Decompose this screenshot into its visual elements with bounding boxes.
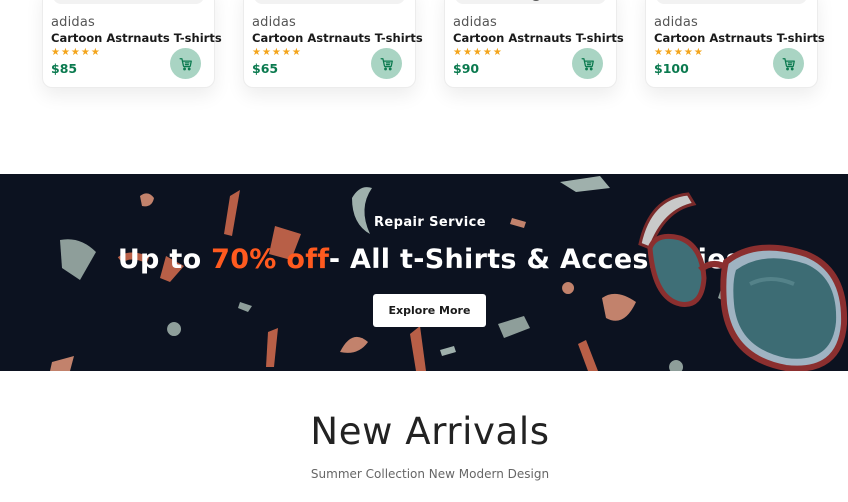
cart-icon [782,57,795,70]
rating-stars: ★★★★★ [51,47,101,58]
product-price: $90 [453,61,480,76]
product-name[interactable]: Cartoon Astrnauts T-shirts [51,31,222,45]
explore-more-button[interactable]: Explore More [373,294,486,327]
headline-prefix: Up to [117,244,212,275]
product-price: $100 [654,61,689,76]
add-to-cart-button[interactable] [371,48,402,79]
product-image-detail [532,0,540,1]
promo-banner: Repair Service Up to 70% off- All t-Shir… [0,174,848,371]
product-name[interactable]: Cartoon Astrnauts T-shirts [252,31,423,45]
product-brand: adidas [51,15,96,30]
product-image[interactable] [455,0,606,4]
add-to-cart-button[interactable] [773,48,804,79]
add-to-cart-button[interactable] [170,48,201,79]
product-brand: adidas [252,15,297,30]
product-image[interactable] [53,0,204,4]
product-card-row: adidas Cartoon Astrnauts T-shirts ★★★★★ … [0,0,848,120]
rating-stars: ★★★★★ [453,47,503,58]
product-name[interactable]: Cartoon Astrnauts T-shirts [654,31,825,45]
cart-icon [380,57,393,70]
product-price: $65 [252,61,279,76]
sunglasses-image [638,192,848,371]
product-card[interactable]: adidas Cartoon Astrnauts T-shirts ★★★★★ … [42,0,222,88]
product-price: $85 [51,61,78,76]
cart-icon [581,57,594,70]
product-brand: adidas [453,15,498,30]
rating-stars: ★★★★★ [252,47,302,58]
product-card[interactable]: adidas Cartoon Astrnauts T-shirts ★★★★★ … [243,0,423,88]
add-to-cart-button[interactable] [572,48,603,79]
rating-stars: ★★★★★ [654,47,704,58]
product-brand: adidas [654,15,699,30]
product-card[interactable]: adidas Cartoon Astrnauts T-shirts ★★★★★ … [444,0,624,88]
product-image[interactable] [656,0,807,4]
section-subtitle: Summer Collection New Modern Design [310,467,550,481]
product-image[interactable] [254,0,405,4]
cart-icon [179,57,192,70]
section-title: New Arrivals [310,410,550,453]
product-name[interactable]: Cartoon Astrnauts T-shirts [453,31,624,45]
discount-highlight: 70% off [211,244,329,275]
product-card[interactable]: adidas Cartoon Astrnauts T-shirts ★★★★★ … [645,0,825,88]
